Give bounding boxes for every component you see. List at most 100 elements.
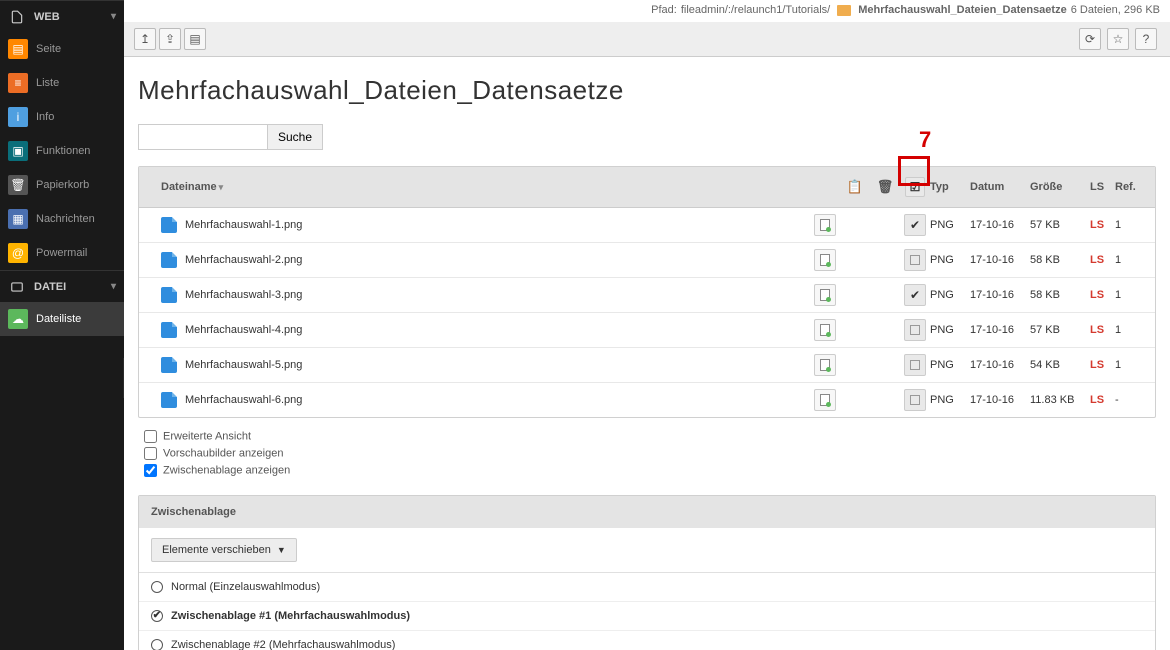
clipboard-panel: Zwischenablage Elemente verschieben ▼ No…: [138, 495, 1156, 650]
cell-date: 17-10-16: [970, 219, 1030, 231]
module-datei[interactable]: DATEI ▾: [0, 270, 124, 302]
replace-button[interactable]: [814, 389, 836, 411]
file-type-icon: [161, 322, 177, 338]
sidebar-item-papierkorb[interactable]: 🗑Papierkorb: [0, 168, 124, 202]
replace-icon: [820, 254, 830, 266]
reload-button[interactable]: ⟳: [1079, 28, 1101, 50]
cell-ref: -: [1115, 394, 1145, 406]
delete-header-icon[interactable]: 🗑: [877, 179, 894, 195]
sidebar-item-info[interactable]: iInfo: [0, 100, 124, 134]
cell-ls: LS: [1090, 219, 1115, 231]
module-web[interactable]: WEB ▾: [0, 0, 124, 32]
col-size[interactable]: Größe: [1030, 181, 1090, 193]
replace-icon: [820, 324, 830, 336]
list-icon: ≡: [8, 73, 28, 93]
row-checkbox[interactable]: [904, 319, 926, 341]
replace-button[interactable]: [814, 249, 836, 271]
clipboard-item[interactable]: Zwischenablage #1 (Mehrfachauswahlmodus): [139, 601, 1155, 630]
file-name[interactable]: Mehrfachauswahl-3.png: [185, 289, 302, 301]
chevron-down-icon: ▾: [111, 11, 116, 22]
sidebar: WEB ▾ ▤Seite ≡ Liste iInfo ▣Funktionen 🗑P…: [0, 0, 124, 650]
powermail-icon: @: [8, 243, 28, 263]
file-type-icon: [161, 252, 177, 268]
search-button[interactable]: Suche: [268, 124, 323, 150]
clipboard-item[interactable]: Normal (Einzelauswahlmodus): [139, 573, 1155, 601]
sidebar-item-dateiliste[interactable]: ☁Dateiliste: [0, 302, 124, 336]
sidebar-item-funktionen[interactable]: ▣Funktionen: [0, 134, 124, 168]
search-input[interactable]: [138, 124, 268, 150]
info-icon: i: [8, 107, 28, 127]
table-row: Mehrfachauswahl-3.png✔PNG17-10-1658 KBLS…: [139, 277, 1155, 312]
toolbar: ↥ ⇪ ▤ ⟳ ☆ ?: [124, 22, 1170, 57]
breadcrumb: Pfad: fileadmin/:/relaunch1/Tutorials/ M…: [124, 0, 1170, 22]
cell-ref: 1: [1115, 219, 1145, 231]
clipboard-header-icon[interactable]: 📋: [847, 179, 863, 195]
bookmark-button[interactable]: ☆: [1107, 28, 1129, 50]
row-checkbox[interactable]: [904, 389, 926, 411]
replace-button[interactable]: [814, 284, 836, 306]
file-type-icon: [161, 392, 177, 408]
cell-ls: LS: [1090, 359, 1115, 371]
option-clipboard-checkbox[interactable]: [144, 464, 157, 477]
row-checkbox[interactable]: [904, 249, 926, 271]
col-filename[interactable]: Dateiname: [161, 181, 217, 193]
upload-button[interactable]: ⇪: [159, 28, 181, 50]
cell-size: 58 KB: [1030, 254, 1090, 266]
breadcrumb-path[interactable]: fileadmin/:/relaunch1/Tutorials/: [681, 4, 830, 16]
option-extended-checkbox[interactable]: [144, 430, 157, 443]
option-thumbnails-checkbox[interactable]: [144, 447, 157, 460]
cell-date: 17-10-16: [970, 254, 1030, 266]
col-date[interactable]: Datum: [970, 181, 1030, 193]
replace-button[interactable]: [814, 214, 836, 236]
cell-size: 57 KB: [1030, 324, 1090, 336]
sidebar-item-liste[interactable]: ≡ Liste: [0, 66, 124, 100]
select-all[interactable]: ☑: [905, 177, 925, 197]
sidebar-item-seite[interactable]: ▤Seite: [0, 32, 124, 66]
row-checkbox[interactable]: ✔: [904, 214, 926, 236]
clipboard-item[interactable]: Zwischenablage #2 (Mehrfachauswahlmodus): [139, 630, 1155, 650]
cell-ref: 1: [1115, 289, 1145, 301]
row-checkbox[interactable]: [904, 354, 926, 376]
module-web-label: WEB: [34, 11, 60, 23]
replace-icon: [820, 359, 830, 371]
file-name[interactable]: Mehrfachauswahl-5.png: [185, 359, 302, 371]
col-typ[interactable]: Typ: [930, 181, 970, 193]
folder-icon: [837, 5, 851, 16]
file-name[interactable]: Mehrfachauswahl-6.png: [185, 394, 302, 406]
cell-date: 17-10-16: [970, 394, 1030, 406]
replace-button[interactable]: [814, 354, 836, 376]
table-row: Mehrfachauswahl-1.png✔PNG17-10-1657 KBLS…: [139, 208, 1155, 242]
cell-ref: 1: [1115, 359, 1145, 371]
file-name[interactable]: Mehrfachauswahl-4.png: [185, 324, 302, 336]
breadcrumb-stats: 6 Dateien, 296 KB: [1071, 4, 1160, 16]
replace-button[interactable]: [814, 319, 836, 341]
content-area: Pfad: fileadmin/:/relaunch1/Tutorials/ M…: [124, 0, 1170, 650]
clipboard-mode-dropdown[interactable]: Elemente verschieben ▼: [151, 538, 297, 562]
table-header: Dateiname▾ 📋 🗑 ☑ Typ Datum Größe LS Ref.: [139, 167, 1155, 208]
col-ref[interactable]: Ref.: [1115, 181, 1145, 193]
option-thumbnails[interactable]: Vorschaubilder anzeigen: [144, 447, 1156, 460]
filelist-icon: ☁: [8, 309, 28, 329]
col-ls[interactable]: LS: [1090, 181, 1115, 193]
page-title: Mehrfachauswahl_Dateien_Datensaetze: [138, 75, 1156, 106]
file-type-icon: [161, 287, 177, 303]
option-extended[interactable]: Erweiterte Ansicht: [144, 430, 1156, 443]
help-button[interactable]: ?: [1135, 28, 1157, 50]
cell-date: 17-10-16: [970, 324, 1030, 336]
level-up-button[interactable]: ↥: [134, 28, 156, 50]
replace-icon: [820, 394, 830, 406]
row-checkbox[interactable]: ✔: [904, 284, 926, 306]
file-name[interactable]: Mehrfachauswahl-2.png: [185, 254, 302, 266]
cell-type: PNG: [930, 359, 970, 371]
sidebar-item-powermail[interactable]: @Powermail: [0, 236, 124, 270]
sidebar-item-label: Liste: [36, 77, 59, 89]
cell-size: 58 KB: [1030, 289, 1090, 301]
sidebar-item-nachrichten[interactable]: ▦Nachrichten: [0, 202, 124, 236]
trash-icon: 🗑: [8, 175, 28, 195]
cell-type: PNG: [930, 324, 970, 336]
cell-size: 11.83 KB: [1030, 394, 1090, 406]
clipboard-item-label: Zwischenablage #2 (Mehrfachauswahlmodus): [171, 639, 395, 650]
new-button[interactable]: ▤: [184, 28, 206, 50]
option-clipboard[interactable]: Zwischenablage anzeigen: [144, 464, 1156, 477]
file-name[interactable]: Mehrfachauswahl-1.png: [185, 219, 302, 231]
